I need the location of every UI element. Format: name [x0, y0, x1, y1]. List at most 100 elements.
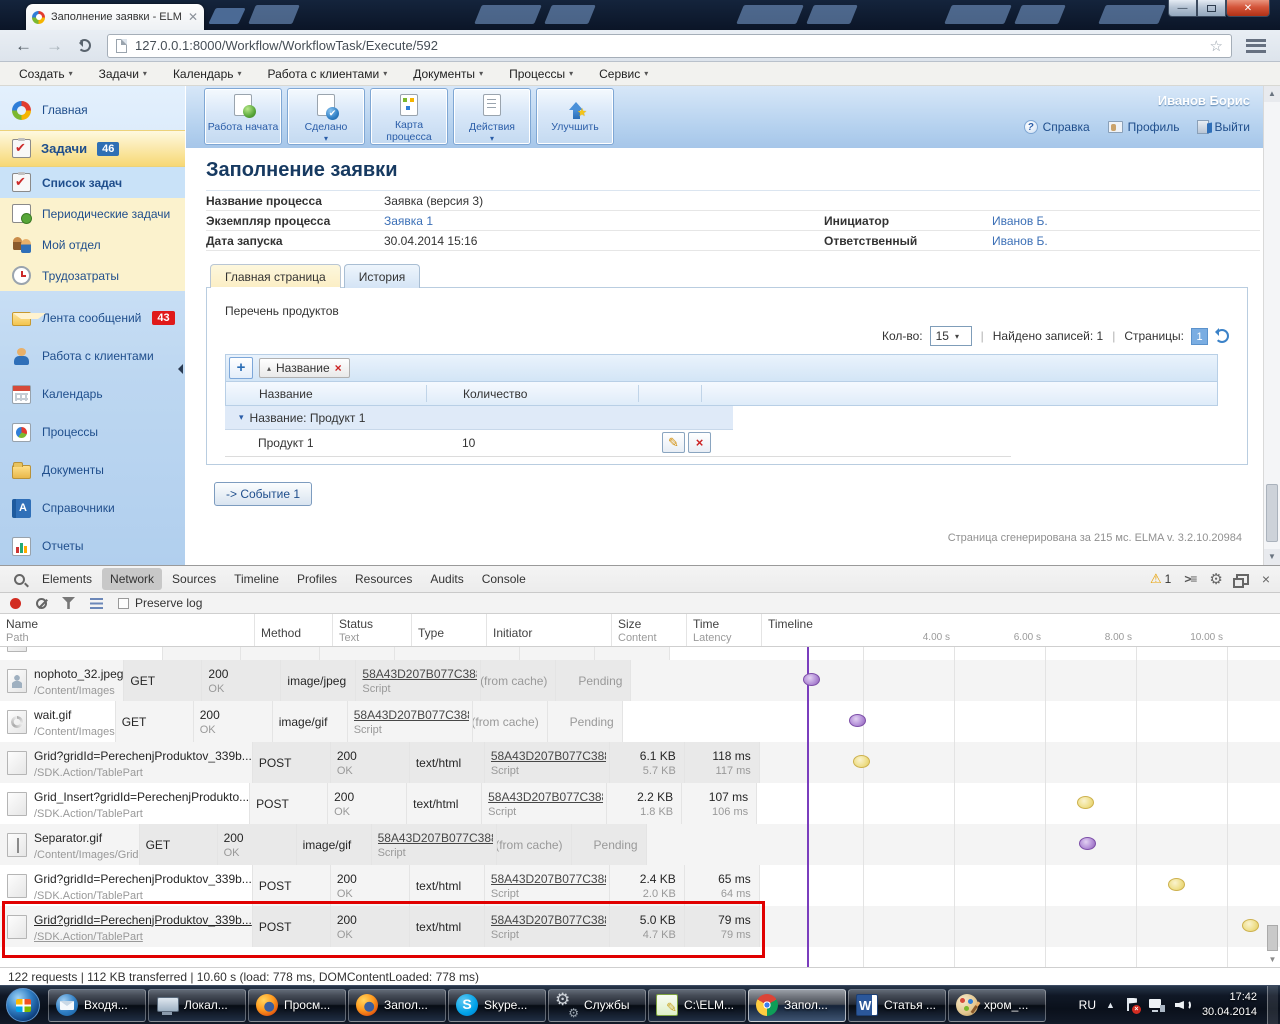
- devtools-tab-sources[interactable]: Sources: [164, 568, 224, 590]
- record-network-log-icon[interactable]: [10, 597, 21, 609]
- sidebar-item-message-feed[interactable]: Лента сообщений 43: [0, 299, 185, 337]
- menu-crm[interactable]: Работа с клиентами: [255, 67, 401, 81]
- network-request-row-highlighted[interactable]: Grid?gridId=PerechenjProduktov_339b.../S…: [0, 906, 1280, 947]
- page-size-select[interactable]: 15 ▾: [929, 326, 972, 346]
- devtools-settings-icon[interactable]: ⚙: [1209, 572, 1222, 587]
- network-request-row[interactable]: Grid?gridId=PerechenjProduktov_339b.../S…: [0, 742, 1280, 783]
- page-number-button[interactable]: 1: [1191, 327, 1208, 345]
- taskbar-button-word[interactable]: Статья ...: [848, 988, 946, 1022]
- taskbar-button-services[interactable]: Службы: [548, 988, 646, 1022]
- delete-row-button[interactable]: ×: [688, 432, 711, 453]
- show-hidden-icons[interactable]: ▲: [1106, 1000, 1115, 1010]
- reload-button[interactable]: [78, 39, 91, 52]
- initiator-link[interactable]: 58A43D207B077C388...: [378, 831, 493, 845]
- sidebar-item-calendar[interactable]: Календарь: [0, 375, 185, 413]
- devtools-tab-resources[interactable]: Resources: [347, 568, 420, 590]
- sidebar-section-tasks[interactable]: Задачи 46: [0, 130, 185, 167]
- use-small-rows-icon[interactable]: [90, 597, 103, 609]
- initiator-link[interactable]: Иванов Б.: [992, 214, 1048, 228]
- taskbar-clock[interactable]: 17:42 30.04.2014: [1202, 990, 1257, 1020]
- chrome-menu-icon[interactable]: [1246, 38, 1266, 53]
- tab-history[interactable]: История: [343, 264, 421, 288]
- start-button[interactable]: [6, 988, 40, 1022]
- devtools-tab-audits[interactable]: Audits: [422, 568, 471, 590]
- tab-main-page[interactable]: Главная страница: [210, 264, 341, 289]
- timeline-request-dot[interactable]: [1167, 878, 1185, 891]
- group-row[interactable]: ▾ Название: Продукт 1: [225, 406, 733, 430]
- taskbar-button-chrome[interactable]: Запол...: [748, 988, 846, 1022]
- column-header-status[interactable]: Status Text: [333, 614, 412, 646]
- devtools-close-icon[interactable]: ×: [1262, 571, 1270, 587]
- devtools-tab-profiles[interactable]: Profiles: [289, 568, 345, 590]
- improve-button[interactable]: Улучшить: [536, 88, 614, 145]
- responsible-link[interactable]: Иванов Б.: [992, 234, 1048, 248]
- column-header-method[interactable]: Method: [255, 614, 333, 646]
- menu-create[interactable]: Создать: [6, 67, 86, 81]
- network-request-row[interactable]: /Content/Images/Calendar OK Script 1 ms: [0, 647, 1280, 660]
- help-link[interactable]: ? Справка: [1023, 120, 1090, 134]
- address-bar[interactable]: 127.0.0.1:8000/Workflow/WorkflowTask/Exe…: [107, 33, 1232, 58]
- column-header-timeline[interactable]: Timeline: [762, 614, 1280, 646]
- timeline-request-dot[interactable]: [848, 714, 866, 727]
- taskbar-button-paint[interactable]: хром_...: [948, 988, 1046, 1022]
- taskbar-button-notepad[interactable]: C:\ELM...: [648, 988, 746, 1022]
- initiator-link[interactable]: 58A43D207B077C388...: [354, 708, 469, 722]
- filter-icon[interactable]: [62, 597, 75, 609]
- taskbar-button-firefox-2[interactable]: Запол...: [348, 988, 446, 1022]
- collapse-group-icon[interactable]: ▾: [239, 412, 244, 423]
- sidebar-item-timesheets[interactable]: Трудозатраты: [0, 260, 185, 291]
- devtools-tab-console[interactable]: Console: [474, 568, 534, 590]
- sidebar-item-home[interactable]: Главная: [0, 86, 185, 130]
- scroll-thumb[interactable]: [1266, 484, 1278, 542]
- initiator-link[interactable]: 58A43D207B077C388...: [362, 667, 477, 681]
- scroll-down-icon[interactable]: ▼: [1264, 549, 1280, 565]
- product-row[interactable]: Продукт 1 10 ✎ ×: [225, 430, 1011, 457]
- window-minimize-button[interactable]: —: [1168, 0, 1197, 17]
- done-button[interactable]: Сделано: [287, 88, 365, 145]
- taskbar-button-thunderbird[interactable]: Входя...: [48, 988, 146, 1022]
- profile-link[interactable]: Профиль: [1107, 120, 1179, 134]
- network-request-row[interactable]: nophoto_32.jpeg/Content/Images GET 200 OK…: [0, 660, 1280, 701]
- menu-service[interactable]: Сервис: [586, 67, 661, 81]
- initiator-link[interactable]: 58A43D207B077C388...: [488, 790, 603, 804]
- taskbar-button-skype[interactable]: Skype...: [448, 988, 546, 1022]
- initiator-link[interactable]: 58A43D207B077C388...: [491, 913, 606, 927]
- sidebar-item-crm[interactable]: Работа с клиентами: [0, 337, 185, 375]
- refresh-icon[interactable]: [1215, 328, 1229, 343]
- browser-tab[interactable]: Заполнение заявки - ELM ✕: [26, 4, 204, 30]
- logout-link[interactable]: Выйти: [1197, 120, 1250, 134]
- console-drawer-icon[interactable]: >≡: [1184, 572, 1197, 586]
- sidebar-item-reports[interactable]: Отчеты: [0, 527, 185, 565]
- column-quantity[interactable]: Количество: [463, 387, 527, 401]
- scroll-up-icon[interactable]: ▲: [1264, 86, 1280, 102]
- sidebar-item-my-department[interactable]: Мой отдел: [0, 229, 185, 260]
- menu-documents[interactable]: Документы: [400, 67, 496, 81]
- edit-row-button[interactable]: ✎: [662, 432, 685, 453]
- network-request-row[interactable]: Grid?gridId=PerechenjProduktov_339b.../S…: [0, 865, 1280, 906]
- sidebar-item-processes[interactable]: Процессы: [0, 413, 185, 451]
- page-scrollbar[interactable]: ▲ ▼: [1263, 86, 1280, 565]
- sidebar-item-documents[interactable]: Документы: [0, 451, 185, 489]
- bookmark-star-icon[interactable]: ☆: [1210, 37, 1223, 55]
- column-header-size[interactable]: Size Content: [612, 614, 687, 646]
- column-header-name[interactable]: Name Path: [0, 614, 255, 646]
- action-center-flag-icon[interactable]: ×: [1125, 997, 1141, 1014]
- process-map-button[interactable]: Карта процесса: [370, 88, 448, 145]
- column-header-time[interactable]: Time Latency: [687, 614, 762, 646]
- new-tab-button[interactable]: [208, 8, 246, 24]
- event-1-button[interactable]: -> Событие 1: [214, 482, 313, 506]
- show-desktop-button[interactable]: [1267, 985, 1278, 1024]
- tab-close-icon[interactable]: ✕: [188, 11, 198, 23]
- sidebar-item-references[interactable]: Справочники: [0, 489, 185, 527]
- timeline-request-dot[interactable]: [1242, 919, 1260, 932]
- group-by-chip[interactable]: ▴ Название ×: [259, 358, 350, 378]
- sidebar-item-task-list[interactable]: Список задач: [0, 167, 185, 198]
- work-started-button[interactable]: Работа начата: [204, 88, 282, 145]
- language-indicator[interactable]: RU: [1079, 998, 1096, 1012]
- window-close-button[interactable]: ✕: [1226, 0, 1270, 17]
- timeline-request-dot[interactable]: [1076, 796, 1094, 809]
- timeline-request-dot[interactable]: [803, 673, 821, 686]
- menu-processes[interactable]: Процессы: [496, 67, 586, 81]
- forward-button[interactable]: →: [46, 37, 63, 54]
- preserve-log-checkbox[interactable]: [118, 597, 129, 609]
